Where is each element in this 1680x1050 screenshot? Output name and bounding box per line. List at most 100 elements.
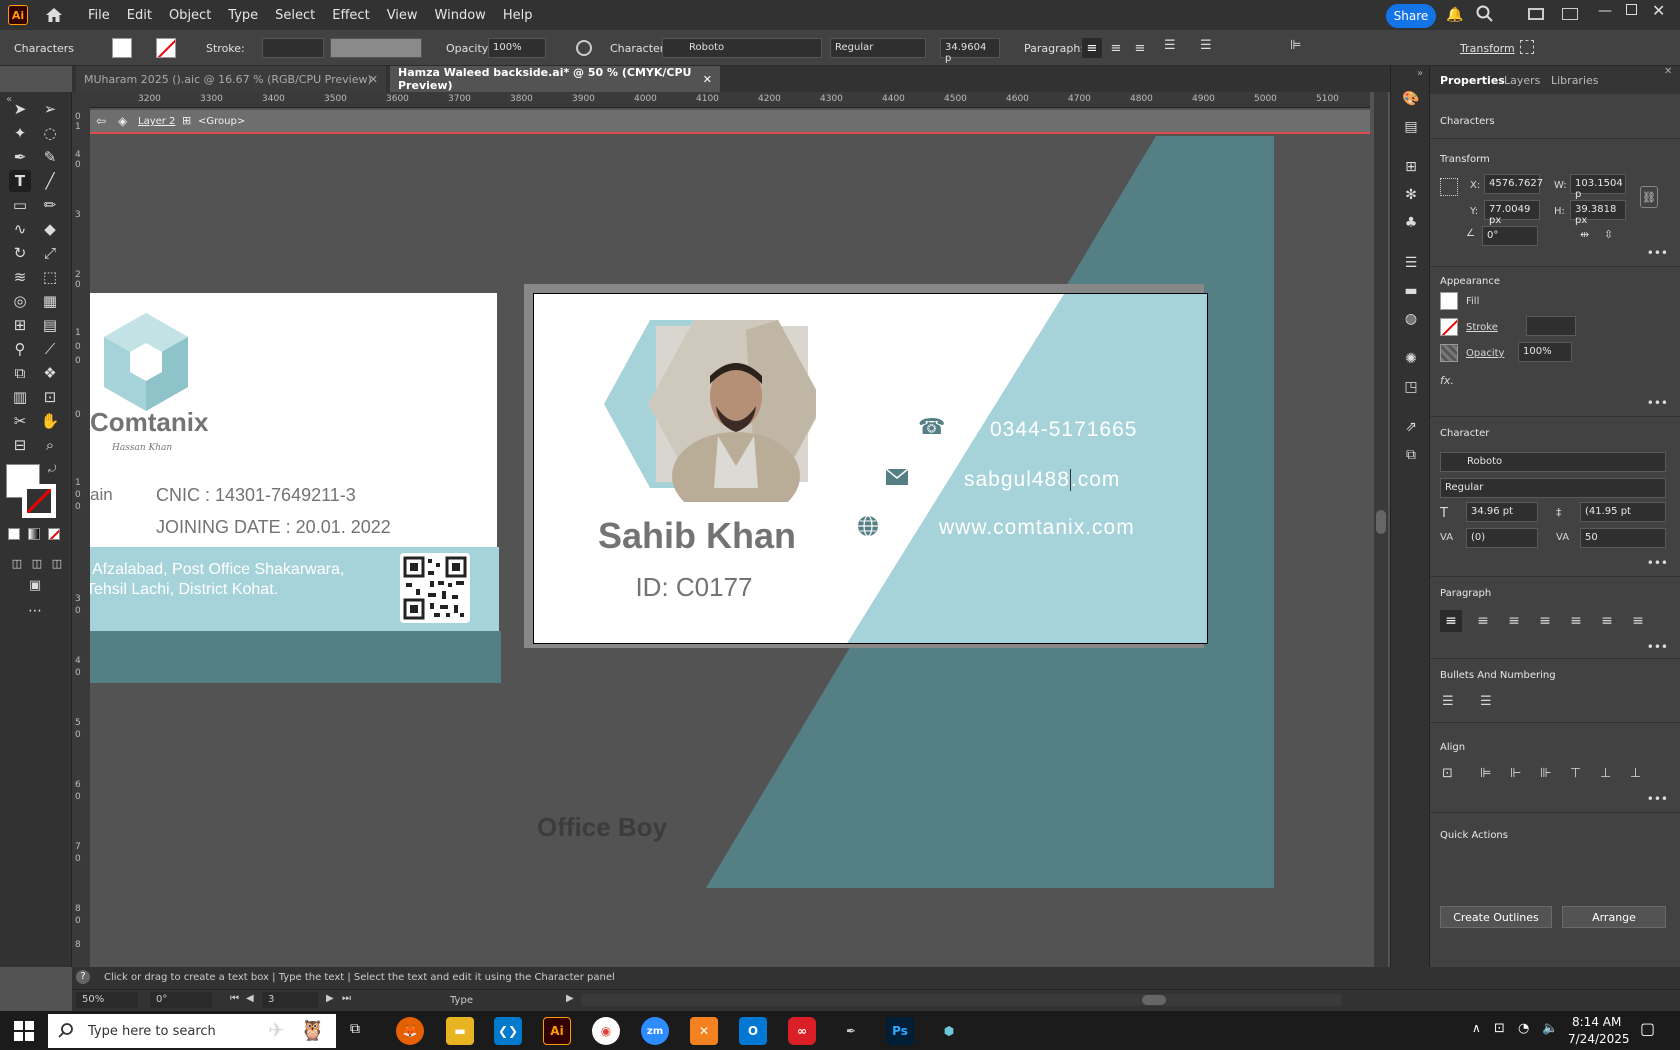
tray-chevron-icon[interactable]: ∧ [1472, 1021, 1481, 1035]
zoom-field[interactable]: 50% [76, 992, 138, 1008]
pen-app-icon[interactable]: ✒ [837, 1017, 865, 1045]
numbering-icon[interactable]: ☰ [1200, 38, 1212, 53]
selection-tool-icon[interactable]: ➤ [9, 98, 31, 120]
outlook-icon[interactable]: O [739, 1017, 767, 1045]
wifi-icon[interactable]: ◔ [1518, 1021, 1529, 1036]
menu-window[interactable]: Window [435, 8, 486, 23]
menu-help[interactable]: Help [503, 8, 533, 23]
prev-artboard-icon[interactable]: ◀ [246, 993, 254, 1004]
tab-properties[interactable]: Properties [1440, 74, 1505, 87]
taskbar-search-box[interactable]: Type here to search ✈ 🦉 [48, 1014, 336, 1048]
menu-edit[interactable]: Edit [127, 8, 152, 23]
variable-width-field[interactable] [330, 38, 422, 58]
color-panel-icon[interactable]: 🎨 [1400, 88, 1422, 110]
card-back[interactable]: Comtanix Hassan Khan ain CNIC : 14301-76… [90, 293, 501, 696]
draw-behind-icon[interactable]: ◫ [26, 552, 48, 574]
last-artboard-icon[interactable]: ⏭ [342, 993, 351, 1004]
stroke-label-panel[interactable]: Stroke [1466, 322, 1498, 333]
arrange-button[interactable]: Arrange [1562, 906, 1666, 928]
next-artboard-icon[interactable]: ▶ [326, 993, 334, 1004]
opacity-label-panel[interactable]: Opacity [1466, 348, 1504, 359]
home-icon[interactable] [44, 5, 64, 25]
isolate-icon[interactable] [1520, 40, 1534, 54]
line-tool-icon[interactable]: ╱ [39, 170, 61, 192]
shaper-tool-icon[interactable]: ∿ [9, 218, 31, 240]
align-center-panel-icon[interactable]: ≡ [1472, 610, 1494, 632]
more-options-icon[interactable]: ••• [1647, 246, 1668, 260]
flip-horizontal-icon[interactable]: ⇹ [1580, 228, 1589, 241]
stroke-weight-field[interactable] [262, 38, 324, 58]
shape-builder-icon[interactable]: ◎ [9, 290, 31, 312]
card-front[interactable]: Sahib Khan ID: C0177 ☎ 0344-5171665 sabg… [533, 293, 1208, 644]
justify-right-icon[interactable]: ≡ [1596, 610, 1618, 632]
close-tab-icon[interactable]: ✕ [369, 73, 378, 86]
windows-start-icon[interactable] [14, 1021, 34, 1044]
rectangle-tool-icon[interactable]: ▭ [9, 194, 31, 216]
opacity-panel-field[interactable]: 100% [1518, 342, 1572, 362]
opacity-field[interactable]: 100% [488, 38, 546, 58]
font-family-panel-field[interactable]: Roboto [1440, 452, 1666, 472]
photoshop-icon[interactable]: Ps [886, 1017, 914, 1045]
stroke-swatch-panel[interactable] [1440, 318, 1458, 336]
more-options-icon[interactable]: ••• [1647, 556, 1668, 570]
clock-date[interactable]: 7/24/2025 [1568, 1032, 1630, 1046]
horizontal-align-left-icon[interactable]: ⊫ [1480, 766, 1491, 781]
vertical-align-bottom-icon[interactable]: ⊥ [1630, 766, 1641, 781]
kerning-panel-field[interactable]: (0) [1466, 528, 1538, 548]
panel-menu-icon[interactable]: ✕ [1664, 66, 1672, 77]
h-field[interactable]: 39.3818 px [1570, 200, 1626, 226]
font-size-field[interactable]: 34.9604 p [940, 38, 1000, 64]
firefox-icon[interactable]: 🦊 [396, 1017, 424, 1045]
tab-muharam[interactable]: MUharam 2025 ().aic @ 16.67 % (RGB/CPU P… [76, 66, 386, 92]
warp-tool-icon[interactable]: ≋ [9, 266, 31, 288]
zoom-tool-icon[interactable]: ⌕ [39, 434, 61, 456]
hand-tool-icon[interactable]: ✋ [39, 410, 61, 432]
more-options-icon[interactable]: ••• [1647, 396, 1668, 410]
color-mode-icon[interactable] [8, 528, 20, 540]
screen-mode-icon[interactable]: ▣ [24, 574, 46, 596]
stroke-swatch[interactable] [156, 38, 176, 58]
type-tool-icon[interactable]: T [9, 170, 31, 192]
vertical-scrollbar[interactable] [1374, 92, 1388, 967]
transform-link[interactable]: Transform [1460, 42, 1515, 55]
graphic-styles-icon[interactable]: ◳ [1400, 376, 1422, 398]
align-left-panel-icon[interactable]: ≡ [1440, 610, 1462, 632]
more-tools-icon[interactable]: ⋯ [24, 600, 46, 622]
magic-wand-icon[interactable]: ✦ [9, 122, 31, 144]
asset-export-icon[interactable]: ▤ [1400, 116, 1422, 138]
x-field[interactable]: 4576.7627 [1484, 174, 1543, 194]
appearance-panel-icon[interactable]: ✺ [1400, 348, 1422, 370]
fill-swatch[interactable] [112, 38, 132, 58]
bell-icon[interactable]: 🔔 [1446, 7, 1463, 23]
constrain-proportions-icon[interactable]: ⛓ [1640, 186, 1658, 208]
menu-view[interactable]: View [387, 8, 418, 23]
align-center-icon[interactable]: ≡ [1106, 38, 1126, 58]
help-icon[interactable]: ? [76, 970, 90, 984]
export-icon[interactable]: ⇗ [1400, 416, 1422, 438]
creative-cloud-icon[interactable]: ∞ [788, 1017, 816, 1045]
menu-type[interactable]: Type [228, 8, 258, 23]
reference-point-icon[interactable] [1440, 178, 1458, 196]
none-mode-icon[interactable] [48, 528, 60, 540]
clock-time[interactable]: 8:14 AM [1572, 1015, 1621, 1029]
notifications-icon[interactable]: ▢ [1640, 1019, 1655, 1038]
w-field[interactable]: 103.1504 p [1570, 174, 1626, 200]
gradient-tool-icon[interactable]: ▤ [39, 314, 61, 336]
illustrator-taskbar-icon[interactable]: Ai [543, 1017, 571, 1045]
scrollbar-thumb[interactable] [1376, 510, 1386, 534]
scale-tool-icon[interactable]: ⤢ [39, 242, 61, 264]
fill-swatch-panel[interactable] [1440, 292, 1458, 310]
tab-hamza-waleed[interactable]: Hamza Waleed backside.ai* @ 50 % (CMYK/C… [390, 66, 720, 92]
justify-all-icon[interactable]: ≡ [1627, 610, 1649, 632]
close-tab-icon[interactable]: ✕ [703, 73, 712, 86]
font-style-panel-field[interactable]: Regular [1440, 478, 1666, 498]
rotate-view-field[interactable]: 0° [150, 992, 212, 1008]
symbol-sprayer-icon[interactable]: ❖ [39, 362, 61, 384]
status-menu-arrow-icon[interactable]: ▶ [566, 993, 574, 1004]
bullets-panel-icon[interactable]: ☰ [1442, 694, 1454, 709]
stroke-color-box[interactable] [22, 484, 56, 518]
vertical-align-top-icon[interactable]: ⊤ [1570, 766, 1581, 781]
menu-object[interactable]: Object [169, 8, 211, 23]
horizontal-align-right-icon[interactable]: ⊪ [1540, 766, 1551, 781]
brushes-icon[interactable]: ✻ [1400, 184, 1422, 206]
